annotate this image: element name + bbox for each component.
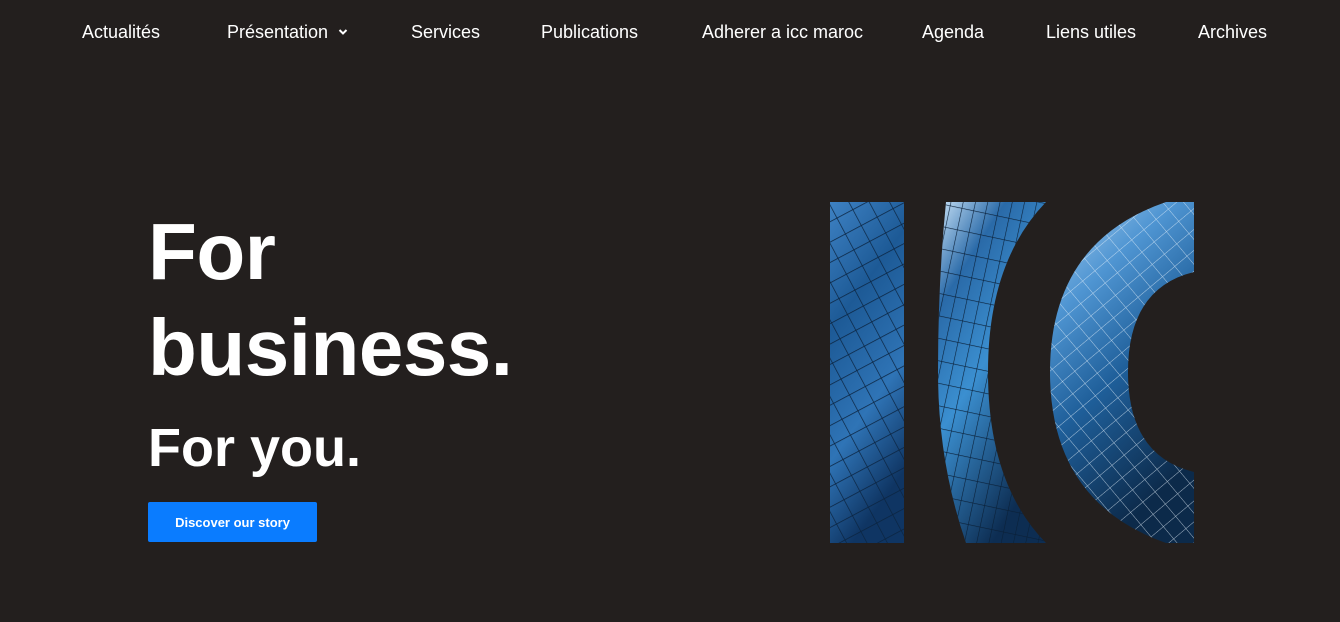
nav-item-liens-utiles[interactable]: Liens utiles	[1046, 20, 1136, 44]
hero-title-line-1: For	[148, 207, 276, 296]
nav-item-actualites[interactable]: Actualités	[82, 20, 160, 44]
page: Actualités Présentation Services Publica…	[0, 0, 1340, 622]
hero-title-line-2: business.	[148, 303, 513, 392]
nav-item-services[interactable]: Services	[411, 20, 480, 44]
nav-item-label: Adherer a icc maroc	[702, 22, 864, 42]
nav-item-agenda[interactable]: Agenda	[922, 20, 984, 44]
nav-item-label: Services	[411, 22, 481, 42]
nav-item-adherer[interactable]: Adherer a icc maroc	[702, 20, 863, 44]
nav-item-archives[interactable]: Archives	[1198, 20, 1267, 44]
nav-item-label: Présentation	[227, 22, 329, 42]
hero-subtitle: For you.	[148, 418, 361, 478]
nav-item-label: Publications	[541, 22, 639, 42]
nav-item-label: Archives	[1198, 22, 1268, 42]
icc-building-letters-icon	[830, 202, 1194, 543]
nav-item-publications[interactable]: Publications	[541, 20, 638, 44]
discover-story-button[interactable]: Discover our story	[148, 502, 317, 542]
nav-item-label: Agenda	[922, 22, 985, 42]
chevron-down-icon	[338, 29, 348, 35]
main-nav: Actualités Présentation Services Publica…	[0, 0, 1340, 64]
nav-item-label: Liens utiles	[1046, 22, 1137, 42]
nav-item-presentation[interactable]: Présentation	[227, 20, 348, 44]
nav-item-label: Actualités	[82, 22, 161, 42]
